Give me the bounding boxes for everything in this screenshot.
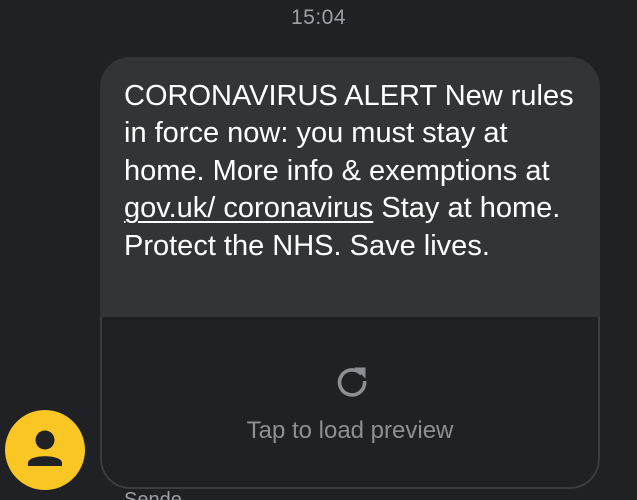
person-icon	[28, 430, 62, 466]
tap-to-load-preview[interactable]: Tap to load preview	[102, 417, 598, 445]
message-timestamp: 15:04	[290, 6, 347, 29]
message-link[interactable]: gov.uk/ coronavirus	[124, 192, 373, 224]
sender-avatar[interactable]	[5, 410, 85, 490]
message-body[interactable]: CORONAVIRUS ALERT New rules in force now…	[100, 57, 600, 317]
message-bubble[interactable]: CORONAVIRUS ALERT New rules in force now…	[100, 57, 600, 489]
sender-label: Sende	[124, 489, 182, 500]
message-thread: 15:04 CORONAVIRUS ALERT New rules in for…	[0, 0, 637, 500]
message-text: CORONAVIRUS ALERT New rules in force now…	[124, 80, 574, 187]
link-preview-card[interactable]: Tap to load preview	[100, 317, 600, 489]
reload-icon[interactable]	[334, 363, 370, 399]
